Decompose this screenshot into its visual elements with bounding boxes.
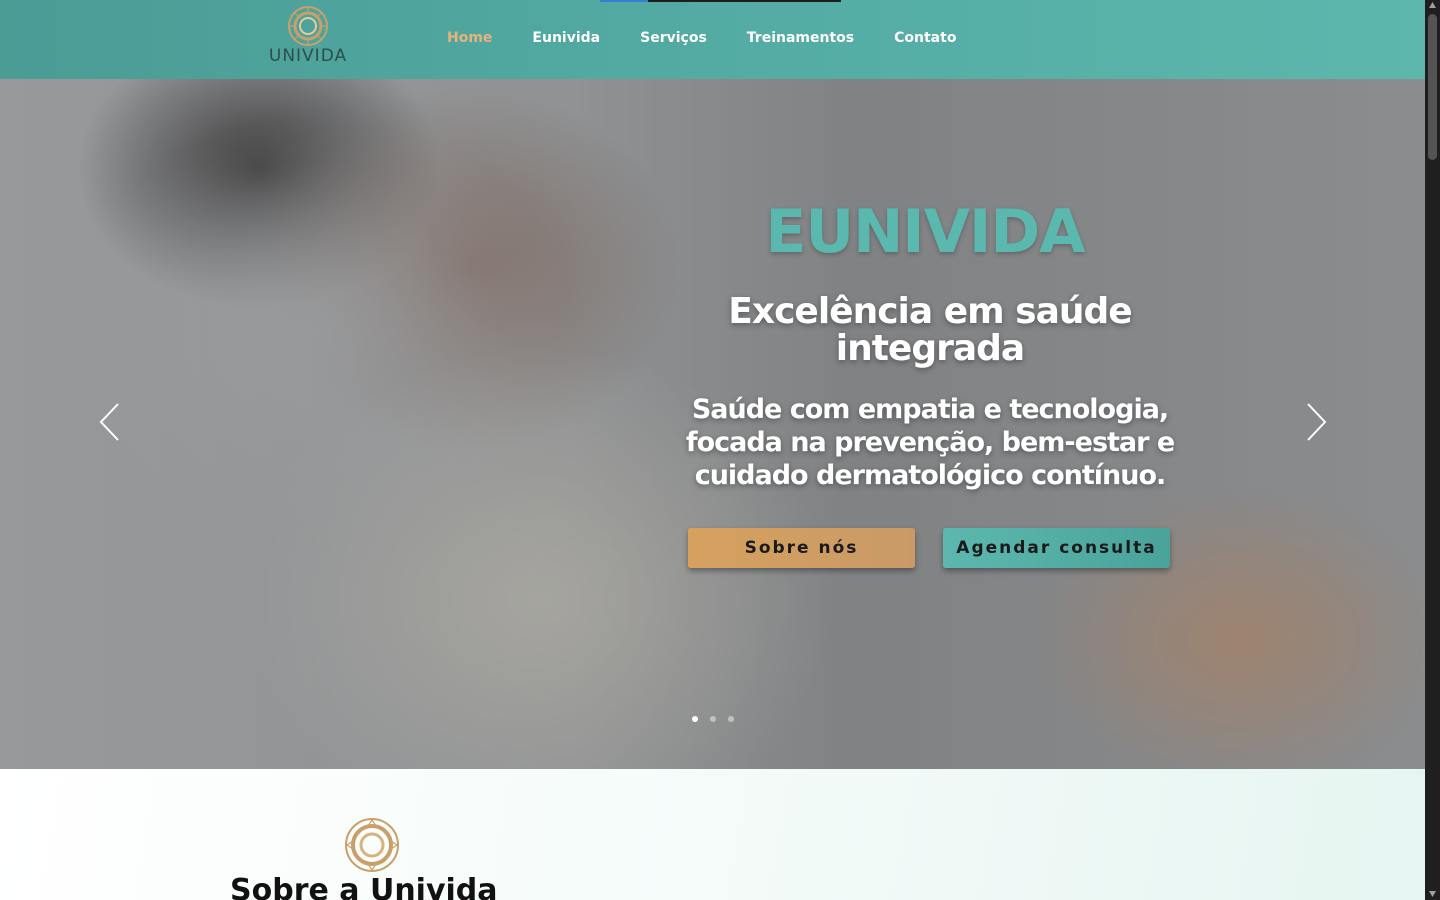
navbar: UNIVIDA Home Eunivida Serviços Treinamen… bbox=[0, 0, 1425, 79]
chevron-right-icon[interactable] bbox=[1304, 402, 1328, 442]
page: UNIVIDA Home Eunivida Serviços Treinamen… bbox=[0, 0, 1440, 900]
carousel-indicators bbox=[692, 716, 734, 722]
nav-contato[interactable]: Contato bbox=[894, 30, 956, 46]
hero-subtitle: Excelência em saúde integrada bbox=[728, 291, 1132, 369]
book-appointment-button[interactable]: Agendar consulta bbox=[943, 528, 1170, 568]
chevron-left-icon[interactable] bbox=[98, 402, 122, 442]
hero-carousel: EUNIVIDA Excelência em saúde integrada S… bbox=[0, 79, 1425, 769]
nav-servicos[interactable]: Serviços bbox=[640, 30, 707, 46]
nav-eunivida[interactable]: Eunivida bbox=[532, 30, 600, 46]
hero-title: EUNIVIDA bbox=[765, 197, 1085, 267]
scroll-up-icon[interactable] bbox=[1429, 2, 1436, 8]
logo-text: UNIVIDA bbox=[268, 46, 348, 66]
logo-emblem-icon bbox=[345, 818, 399, 872]
carousel-dot-1[interactable] bbox=[692, 716, 698, 722]
carousel-dot-2[interactable] bbox=[710, 716, 716, 722]
hero-text: Saúde com empatia e tecnologia, focada n… bbox=[685, 394, 1175, 491]
scroll-progress-bar bbox=[600, 0, 841, 2]
scrollbar[interactable] bbox=[1425, 0, 1440, 900]
scrollbar-thumb[interactable] bbox=[1428, 14, 1437, 160]
scroll-progress-fill bbox=[600, 0, 648, 2]
nav-home[interactable]: Home bbox=[447, 30, 492, 46]
carousel-dot-3[interactable] bbox=[728, 716, 734, 722]
about-section: Sobre a Univida bbox=[0, 769, 1425, 900]
main-nav: Home Eunivida Serviços Treinamentos Cont… bbox=[447, 30, 956, 46]
about-button[interactable]: Sobre nós bbox=[688, 528, 915, 568]
nav-treinamentos[interactable]: Treinamentos bbox=[747, 30, 854, 46]
about-title: Sobre a Univida bbox=[230, 873, 498, 900]
scroll-down-icon[interactable] bbox=[1429, 891, 1436, 897]
